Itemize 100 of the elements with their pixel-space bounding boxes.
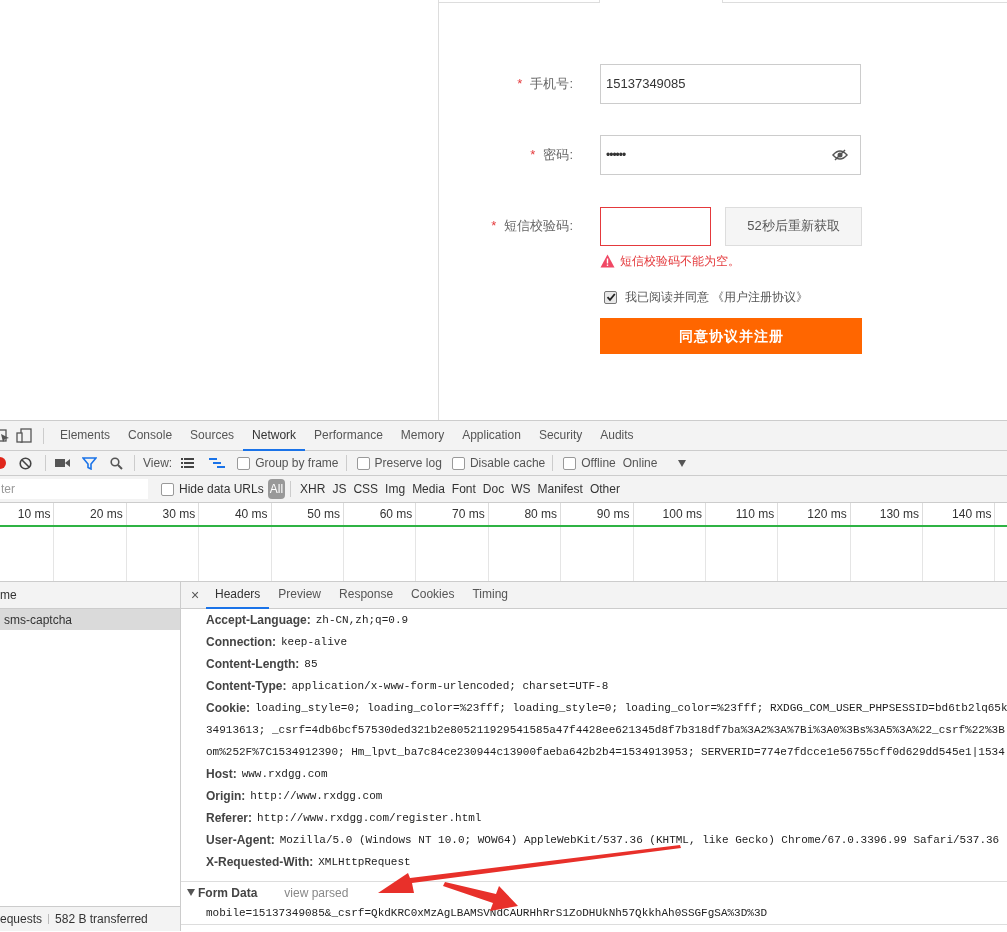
checkbox-label: Disable cache	[469, 455, 546, 472]
time-tick-label: 20 ms	[90, 506, 123, 523]
camera-icon	[55, 458, 70, 468]
field-label: 短信校验码:	[504, 217, 573, 236]
header-value: Mozilla/5.0 (Windows NT 10.0; WOW64) AppleWebKit/537.36 (KHTML, like Gecko) Chrome/67.0.3396.99 Safari/537.36	[279, 832, 1000, 848]
checkbox[interactable]	[356, 456, 370, 470]
resource-type-filter[interactable]: XHR	[300, 480, 326, 498]
resend-button[interactable]: 52秒后重新获取	[725, 206, 862, 246]
resource-type-filter[interactable]: Doc	[482, 480, 505, 498]
checkbox-label: Offline	[581, 455, 616, 472]
header-name: Accept-Language:	[206, 612, 311, 629]
time-tick-label: 110 ms	[735, 506, 775, 523]
header-name: User-Agent:	[206, 832, 275, 849]
clear-icon	[19, 456, 32, 470]
error-message: 短信校验码不能为空。	[620, 253, 740, 270]
time-tick-label: 130 ms	[879, 506, 920, 523]
detail-tab[interactable]: Timing	[463, 582, 517, 609]
devtools-tab[interactable]: Security	[529, 420, 592, 451]
detail-tab[interactable]: Cookies	[402, 582, 464, 609]
devtools-tab[interactable]: Console	[119, 420, 182, 451]
filter-field[interactable]: ter	[0, 479, 148, 499]
header-name: Content-Length:	[206, 656, 300, 673]
resource-type-filter[interactable]: Font	[451, 480, 476, 498]
sms-code-field[interactable]	[600, 206, 711, 246]
header-value: application/x-www-form-urlencoded; charset=UTF-8	[291, 678, 609, 694]
resource-type-filter[interactable]: CSS	[353, 480, 379, 498]
checkbox[interactable]	[451, 456, 465, 470]
field-label: 密码:	[543, 146, 573, 165]
throttle-select[interactable]: Online	[622, 454, 658, 472]
resource-type-filter[interactable]: Img	[385, 480, 406, 498]
resource-type-filter[interactable]: Manifest	[537, 480, 583, 498]
column-header: me	[0, 587, 17, 604]
detail-tab[interactable]: Headers	[206, 582, 270, 609]
checkbox[interactable]	[161, 482, 174, 496]
detail-tab[interactable]: Response	[330, 582, 403, 609]
devtools-tab[interactable]: Performance	[305, 420, 392, 451]
time-tick-label: 80 ms	[524, 506, 558, 523]
devtools-tab[interactable]: Memory	[391, 420, 454, 451]
header-name: Content-Type:	[206, 678, 287, 695]
time-tick-label: 140 ms	[952, 506, 992, 523]
header-value: loading_style=0; loading_color=%23fff; loading_style=0; loading_color=%23fff; RXDGG_COM_USER_PHPSESSID=bd6tb2lq65k	[255, 700, 1007, 716]
header-name: Origin:	[206, 788, 246, 805]
header-name: X-Requested-With:	[206, 854, 314, 871]
status-text: equests	[0, 911, 43, 928]
header-name: Host:	[206, 766, 237, 783]
checkbox-label: Hide data URLs	[179, 481, 264, 498]
devtools-tab[interactable]: Audits	[591, 420, 643, 451]
required-asterisk: *	[517, 75, 523, 94]
time-tick-label: 30 ms	[162, 506, 196, 523]
time-tick-label: 90 ms	[596, 506, 630, 523]
devtools-tab[interactable]: Sources	[181, 420, 244, 451]
header-value: zh-CN,zh;q=0.9	[315, 612, 409, 628]
resource-type-filter[interactable]: JS	[332, 480, 347, 498]
waterfall-view-icon	[209, 458, 226, 468]
warning-icon	[600, 254, 615, 268]
checkbox[interactable]	[563, 456, 577, 470]
input-field[interactable]: 15137349085	[600, 64, 861, 104]
form-data-value: mobile=15137349085&_csrf=QkdKRC0xMzAgLBAMSVNdCAURHhRrS1ZoDHUkNh57QkkhAh0SSGFgSA%3D%3D	[206, 906, 768, 922]
time-tick-label: 100 ms	[662, 506, 702, 523]
time-tick-label: 120 ms	[807, 506, 847, 523]
resource-type-filter[interactable]: Other	[589, 480, 620, 498]
list-view-icon	[181, 458, 195, 468]
header-name: Referer:	[206, 810, 253, 827]
dropdown-caret-icon	[678, 459, 687, 467]
header-name: Connection:	[206, 634, 276, 651]
header-name: Cookie:	[206, 700, 250, 717]
time-tick-label: 50 ms	[307, 506, 340, 523]
section-title: Form Data	[198, 884, 258, 902]
field-label: 手机号:	[530, 75, 573, 94]
required-asterisk: *	[491, 217, 497, 236]
detail-tab[interactable]: Preview	[269, 582, 331, 609]
header-value: keep-alive	[281, 634, 347, 650]
view-parsed-link[interactable]: view parsed	[284, 883, 349, 902]
resource-type-filter[interactable]: WS	[511, 480, 531, 498]
header-value: http://www.rxdgg.com	[250, 788, 383, 804]
devtools-tab[interactable]: Elements	[51, 420, 120, 451]
search-icon	[110, 456, 123, 470]
view-label: View:	[143, 455, 173, 472]
time-tick-label: 70 ms	[452, 506, 485, 523]
checkbox-label: Preserve log	[374, 455, 442, 472]
status-text: 582 B transferred	[55, 911, 148, 928]
input-field[interactable]: ••••••	[600, 135, 861, 175]
field-value: ••••••	[606, 147, 626, 164]
device-toggle-icon	[16, 428, 32, 443]
field-value: 15137349085	[606, 75, 686, 94]
time-tick-label: 40 ms	[234, 506, 268, 523]
record-icon	[0, 457, 6, 469]
close-button[interactable]: ×	[189, 584, 201, 606]
resource-type-filter[interactable]: Media	[412, 480, 445, 498]
agreement-text: 我已阅读并同意 《用户注册协议》	[625, 289, 809, 306]
request-row[interactable]: sms-captcha	[0, 609, 180, 630]
required-asterisk: *	[530, 146, 536, 165]
header-value: XMLHttpRequest	[318, 854, 411, 870]
disclosure-triangle-icon	[187, 889, 195, 896]
devtools-tab[interactable]: Application	[453, 420, 530, 451]
time-tick-label: 60 ms	[379, 506, 413, 523]
eye-slash-icon	[832, 149, 848, 161]
checkbox-label: Group by frame	[255, 455, 339, 472]
checkbox[interactable]	[604, 290, 617, 304]
checkbox[interactable]	[237, 456, 251, 470]
